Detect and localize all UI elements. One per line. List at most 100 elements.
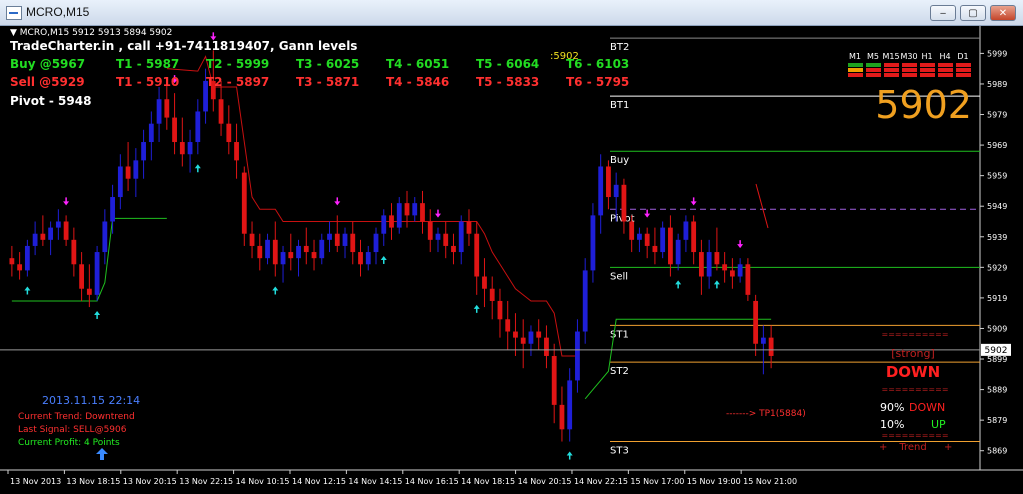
target-note: -------> TP1(5884)	[726, 409, 806, 419]
strength-label: [strong]	[891, 347, 935, 360]
price-tick-label: 5979	[987, 111, 1007, 120]
current-price-tag: 5902	[981, 343, 1011, 356]
candle-body	[435, 233, 441, 240]
candle-body	[660, 227, 666, 253]
brand-line: TradeCharter.in , call +91-7411819407, G…	[10, 39, 357, 53]
buy-t6: T6 - 6103	[566, 57, 629, 71]
timeframe-cell	[956, 68, 971, 72]
down-percent: 90%	[880, 401, 904, 414]
timeframe-cell	[848, 68, 863, 72]
time-tick-label: 13 Nov 20:15	[123, 477, 177, 486]
sell-t4: T4 - 5846	[386, 75, 449, 89]
timeframe-cell	[884, 73, 899, 77]
candle-body	[575, 331, 580, 381]
candle-body	[691, 221, 697, 253]
candle-body	[17, 264, 23, 271]
timeframe-label: M5	[867, 52, 879, 61]
candle-body	[365, 252, 371, 265]
candle-body	[698, 252, 704, 277]
level-label-st3: ST3	[610, 446, 629, 457]
status-trend: Current Trend: Downtrend	[18, 412, 135, 422]
level-label-bt2: BT2	[610, 42, 629, 53]
timeframe-cell	[848, 73, 863, 77]
candle-body	[303, 245, 309, 253]
window-title: MCRO,M15	[26, 5, 90, 19]
level-label-buy: Buy	[610, 155, 629, 166]
maximize-button[interactable]: ▢	[960, 5, 986, 21]
time-tick-label: 13 Nov 18:15	[66, 477, 120, 486]
candle-body	[342, 233, 348, 246]
price-chart[interactable]: BT2BT1BuyPivotSellST1ST2ST3 599959895979…	[0, 26, 1023, 494]
candle-body	[753, 300, 759, 344]
candle-body	[683, 221, 689, 240]
candle-body	[745, 264, 751, 295]
candle-body	[110, 197, 115, 222]
level-label-st2: ST2	[610, 366, 629, 377]
candle-body	[164, 99, 170, 118]
price-tick-label: 5949	[987, 202, 1007, 211]
close-button[interactable]: ✕	[990, 5, 1016, 21]
timeframe-cell	[920, 68, 935, 72]
buy-t5: T5 - 6064	[476, 57, 539, 71]
window-titlebar: MCRO,M15 ‒ ▢ ✕	[0, 0, 1023, 26]
candle-body	[40, 233, 46, 240]
candle-body	[187, 142, 193, 155]
price-tick-label: 5899	[987, 355, 1007, 364]
timeframe-cell	[920, 63, 935, 67]
candle-body	[729, 270, 735, 277]
minimize-button[interactable]: ‒	[930, 5, 956, 21]
candle-body	[497, 300, 503, 320]
candle-body	[48, 227, 54, 240]
time-tick-label: 14 Nov 18:15	[461, 477, 515, 486]
timeframe-cell	[884, 68, 899, 72]
time-tick-label: 14 Nov 12:15	[292, 477, 346, 486]
candle-body	[644, 233, 650, 246]
up-percent: 10%	[880, 418, 904, 431]
candle-body	[141, 142, 146, 161]
candle-body	[559, 404, 565, 430]
candle-body	[606, 166, 611, 198]
candle-body	[350, 233, 356, 253]
time-tick-label: 14 Nov 16:15	[405, 477, 459, 486]
time-tick-label: 13 Nov 2013	[10, 477, 61, 486]
buy-t2: T2 - 5999	[206, 57, 269, 71]
price-tick-label: 5929	[987, 263, 1007, 272]
big-price: 5902	[875, 83, 972, 127]
direction-label: DOWN	[886, 363, 940, 381]
candle-body	[458, 221, 464, 253]
candle-body	[334, 233, 340, 246]
price-tick-label: 5909	[987, 324, 1007, 333]
sell-t6: T6 - 5795	[566, 75, 629, 89]
sell-t2: T2 - 5897	[206, 75, 269, 89]
timeframe-cell	[902, 73, 917, 77]
time-tick-label: 15 Nov 21:00	[743, 477, 797, 486]
timeframe-cell	[884, 63, 899, 67]
buy-entry: Buy @5967	[10, 57, 85, 71]
timeframe-cell	[902, 63, 917, 67]
price-tick-label: 5959	[987, 172, 1007, 181]
candle-body	[714, 252, 720, 265]
time-tick-label: 14 Nov 14:15	[348, 477, 402, 486]
sell-t3: T3 - 5871	[296, 75, 359, 89]
candle-body	[551, 355, 557, 405]
candle-body	[241, 172, 247, 234]
candle-body	[722, 264, 728, 271]
chart-window-icon	[6, 6, 22, 20]
candle-body	[86, 288, 92, 295]
time-tick-label: 14 Nov 22:15	[574, 477, 628, 486]
candle-body	[404, 203, 410, 216]
candle-body	[528, 331, 534, 344]
time-tick-label: 15 Nov 19:00	[687, 477, 741, 486]
candle-body	[125, 166, 131, 179]
price-tick-label: 5889	[987, 386, 1007, 395]
timeframe-label: M15	[882, 52, 899, 61]
price-tick-label: 5999	[987, 49, 1007, 58]
candle-body	[32, 233, 38, 246]
candle-body	[179, 142, 185, 155]
level-label-bt1: BT1	[610, 100, 629, 111]
candle-body	[71, 239, 77, 265]
candle-body	[9, 258, 15, 265]
candle-body	[637, 233, 642, 240]
candle-body	[172, 117, 177, 143]
candle-body	[79, 264, 85, 289]
